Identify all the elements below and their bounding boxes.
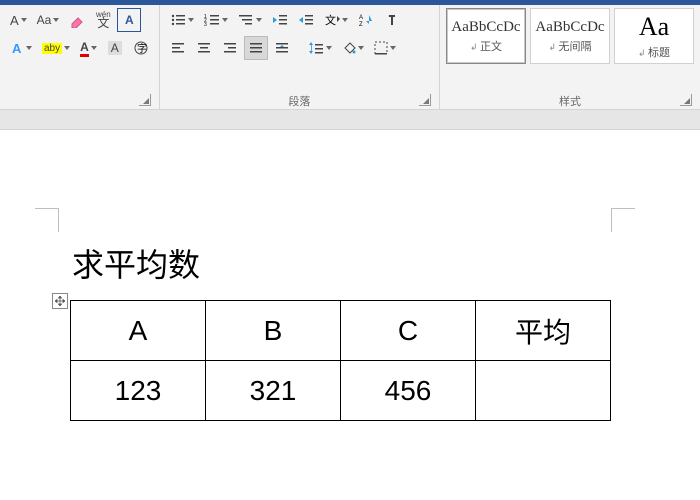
align-justify-icon xyxy=(249,41,263,55)
table-cell[interactable]: 321 xyxy=(206,361,341,421)
distribute-button[interactable] xyxy=(270,36,294,60)
font-group-label xyxy=(6,91,153,107)
show-marks-button[interactable] xyxy=(380,8,404,32)
style-item-1[interactable]: AaBbCcDc 无间隔 xyxy=(530,8,610,64)
ruler-bar xyxy=(0,110,700,130)
table-cell[interactable] xyxy=(476,361,611,421)
margin-corner-tl xyxy=(35,208,59,232)
style-name: 标题 xyxy=(638,44,670,60)
paragraph-group-label: 段落 xyxy=(166,91,433,107)
enclose-icon: 字 xyxy=(133,40,149,56)
character-border-button[interactable]: A xyxy=(117,8,141,32)
svg-text:A: A xyxy=(359,15,363,21)
increase-indent-button[interactable] xyxy=(294,8,318,32)
text-direction-button[interactable]: 文 xyxy=(320,8,352,32)
sort-icon: AZ xyxy=(359,13,373,27)
table-move-handle[interactable] xyxy=(52,293,68,309)
align-left-icon xyxy=(171,41,185,55)
align-justify-button[interactable] xyxy=(244,36,268,60)
align-left-button[interactable] xyxy=(166,36,190,60)
numbering-button[interactable]: 123 xyxy=(200,8,232,32)
style-item-0[interactable]: AaBbCcDc 正文 xyxy=(446,8,526,64)
distribute-icon xyxy=(275,41,289,55)
move-icon xyxy=(55,296,65,306)
font-color-button[interactable]: A xyxy=(76,36,101,60)
grow-font-button[interactable]: A xyxy=(6,8,31,32)
char-shading-button[interactable]: A xyxy=(103,36,127,60)
style-name: 正文 xyxy=(470,38,502,54)
change-case-button[interactable]: Aa xyxy=(33,8,64,32)
ribbon-group-paragraph: 123 文 AZ xyxy=(160,5,440,109)
table-row: 123321456 xyxy=(71,361,611,421)
highlight-label: aby xyxy=(42,43,62,54)
style-name: 无间隔 xyxy=(548,38,591,54)
line-spacing-icon xyxy=(308,41,324,55)
outdent-icon xyxy=(272,13,288,27)
enclose-char-button[interactable]: 字 xyxy=(129,36,153,60)
bucket-icon xyxy=(342,41,356,55)
svg-text:字: 字 xyxy=(137,42,147,55)
table-header-cell[interactable]: B xyxy=(206,301,341,361)
align-right-icon xyxy=(223,41,237,55)
table-header-cell[interactable]: C xyxy=(341,301,476,361)
phonetic-guide-button[interactable]: wén文 xyxy=(91,8,115,32)
font-color-label: A xyxy=(80,40,89,57)
borders-icon xyxy=(374,41,388,55)
sort-button[interactable]: AZ xyxy=(354,8,378,32)
ribbon: A Aa wén文 A A aby A A 字 xyxy=(0,5,700,110)
document-area[interactable]: 求平均数 ABC平均 123321456 xyxy=(0,130,700,500)
decrease-indent-button[interactable] xyxy=(268,8,292,32)
document-heading[interactable]: 求平均数 xyxy=(72,240,200,286)
font-dialog-launcher[interactable] xyxy=(139,94,151,106)
table-header-cell[interactable]: 平均 xyxy=(476,301,611,361)
svg-text:A: A xyxy=(12,41,22,55)
char-border-label: A xyxy=(125,13,134,27)
text-effects-icon: A xyxy=(10,41,24,55)
multilevel-icon xyxy=(238,13,254,27)
clear-formatting-button[interactable] xyxy=(65,8,89,32)
ribbon-group-font: A Aa wén文 A A aby A A 字 xyxy=(0,5,160,109)
svg-text:Z: Z xyxy=(359,22,363,27)
align-right-button[interactable] xyxy=(218,36,242,60)
table-cell[interactable]: 456 xyxy=(341,361,476,421)
margin-corner-tr xyxy=(611,208,635,232)
style-sample: AaBbCcDc xyxy=(535,19,604,36)
svg-text:文: 文 xyxy=(325,13,336,27)
table-header-cell[interactable]: A xyxy=(71,301,206,361)
bullets-icon xyxy=(170,13,186,27)
align-center-button[interactable] xyxy=(192,36,216,60)
style-sample: AaBbCcDc xyxy=(451,19,520,36)
numbering-icon: 123 xyxy=(204,13,220,27)
align-center-icon xyxy=(197,41,211,55)
eraser-icon xyxy=(69,12,85,28)
highlight-button[interactable]: aby xyxy=(38,36,74,60)
table-cell[interactable]: 123 xyxy=(71,361,206,421)
line-spacing-button[interactable] xyxy=(304,36,336,60)
document-table[interactable]: ABC平均 123321456 xyxy=(70,300,611,421)
style-item-2[interactable]: Aa 标题 xyxy=(614,8,694,64)
char-shading-label: A xyxy=(108,41,122,55)
pilcrow-icon xyxy=(385,13,399,27)
bullets-button[interactable] xyxy=(166,8,198,32)
indent-icon xyxy=(298,13,314,27)
ribbon-group-styles: AaBbCcDc 正文 AaBbCcDc 无间隔 Aa 标题 样式 xyxy=(440,5,700,109)
text-direction-icon: 文 xyxy=(324,13,340,27)
svg-text:3: 3 xyxy=(204,22,207,27)
change-case-label: Aa xyxy=(37,13,52,27)
styles-group-label: 样式 xyxy=(446,91,694,107)
paragraph-dialog-launcher[interactable] xyxy=(419,94,431,106)
shading-button[interactable] xyxy=(338,36,368,60)
style-sample: Aa xyxy=(639,12,669,42)
borders-button[interactable] xyxy=(370,36,400,60)
multilevel-list-button[interactable] xyxy=(234,8,266,32)
font-effects-button[interactable]: A xyxy=(6,36,36,60)
styles-dialog-launcher[interactable] xyxy=(680,94,692,106)
